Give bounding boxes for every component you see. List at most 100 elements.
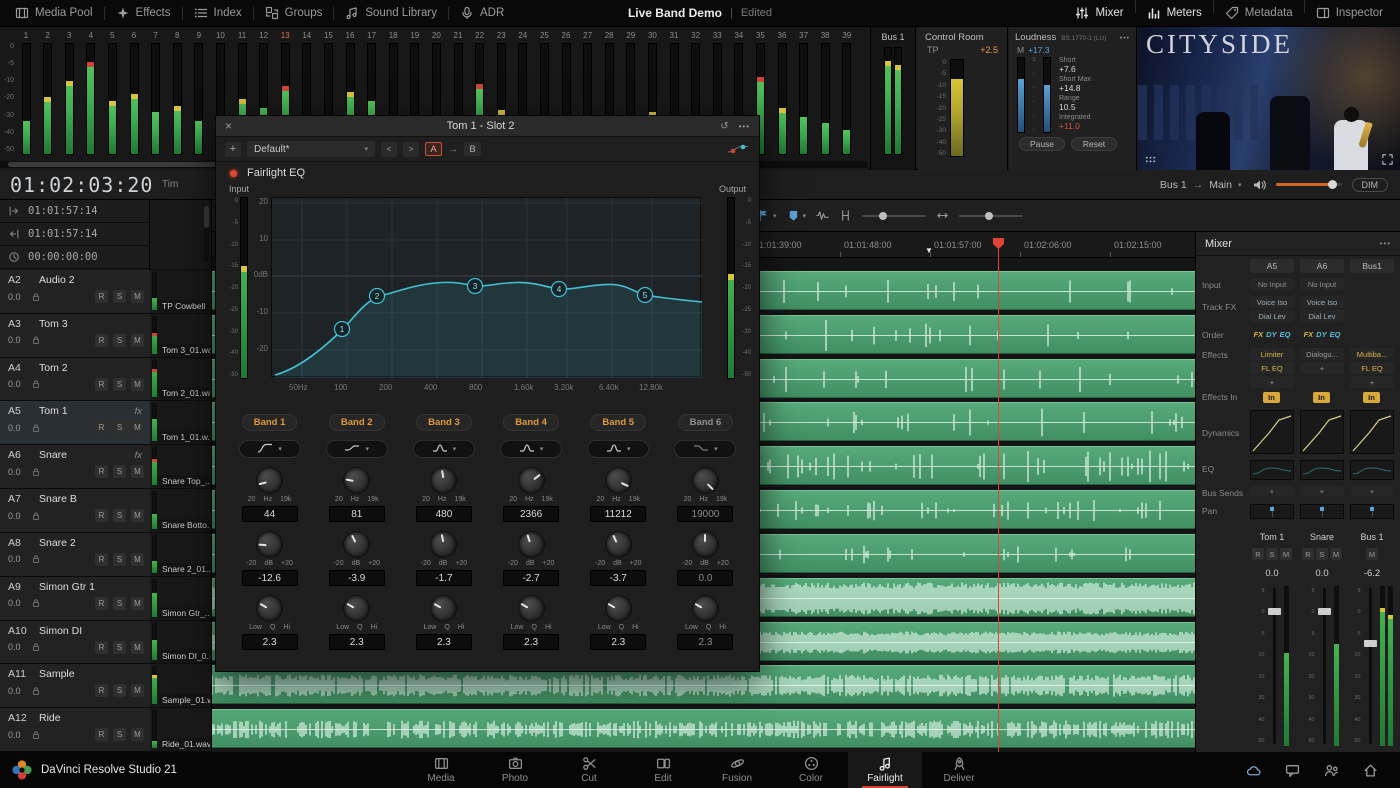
effect-slot[interactable]: FL EQ <box>1350 362 1394 374</box>
topbar-effects-button[interactable]: Effects <box>105 0 182 27</box>
track-r-button[interactable]: R <box>95 465 108 478</box>
band-shape-dropdown[interactable]: ▾ <box>674 440 736 458</box>
waveform-tool[interactable] <box>816 209 829 222</box>
fx-order[interactable]: FXDYEQ <box>1300 330 1344 339</box>
transport-timecode-row[interactable]: 01:01:57:14 <box>0 223 149 246</box>
mixer-menu-button[interactable]: ••• <box>1380 239 1391 248</box>
speaker-icon[interactable] <box>1252 178 1266 192</box>
fader-r-button[interactable]: R <box>1302 548 1314 560</box>
lock-icon[interactable] <box>31 379 41 389</box>
lock-icon[interactable] <box>31 292 41 302</box>
q-knob[interactable] <box>343 595 370 622</box>
bus-send-add[interactable]: + <box>1350 486 1394 496</box>
zoom-slider[interactable] <box>959 215 1023 217</box>
track-header-A10[interactable]: A10Simon DI0.0RSM <box>0 621 150 665</box>
bus-send-add[interactable]: + <box>1250 486 1294 496</box>
track-s-button[interactable]: S <box>113 509 126 522</box>
gain-knob[interactable] <box>343 531 370 558</box>
effect-slot[interactable]: Multiba... <box>1350 348 1394 360</box>
lock-icon[interactable] <box>31 511 41 521</box>
topbar-adr-button[interactable]: ADR <box>449 0 515 27</box>
track-r-button[interactable]: R <box>95 290 108 303</box>
track-header-A8[interactable]: A8Snare 20.0RSM <box>0 533 150 577</box>
track-m-button[interactable]: M <box>131 421 144 434</box>
page-button-fairlight[interactable]: Fairlight <box>848 752 922 788</box>
eq-thumbnail[interactable] <box>1300 460 1344 480</box>
dim-button[interactable]: DIM <box>1352 178 1389 192</box>
fader-groove[interactable] <box>1268 586 1281 746</box>
page-button-media[interactable]: Media <box>404 752 478 788</box>
track-fx-slot[interactable]: Dial Lev <box>1250 310 1294 322</box>
speaker-layout-icon[interactable] <box>1144 153 1157 166</box>
track-header-A12[interactable]: A12Ride0.0RSM <box>0 708 150 752</box>
cloud-icon[interactable] <box>1246 763 1261 778</box>
frequency-knob[interactable] <box>343 467 370 494</box>
transport-timecode-row[interactable]: 00:00:00:00 <box>0 246 149 269</box>
track-m-button[interactable]: M <box>131 509 144 522</box>
effects-in-toggle[interactable]: In <box>1363 392 1380 403</box>
pan-control[interactable] <box>1300 504 1344 519</box>
page-button-fusion[interactable]: Fusion <box>700 752 774 788</box>
fader-m-button[interactable]: M <box>1280 548 1292 560</box>
fit-horizontal-tool[interactable] <box>936 209 949 222</box>
expand-icon[interactable] <box>1381 153 1394 166</box>
frequency-value[interactable]: 81 <box>329 506 385 522</box>
track-m-button[interactable]: M <box>131 334 144 347</box>
q-value[interactable]: 2.3 <box>677 634 733 650</box>
track-s-button[interactable]: S <box>113 378 126 391</box>
track-r-button[interactable]: R <box>95 421 108 434</box>
band-shape-dropdown[interactable]: ▾ <box>500 440 562 458</box>
eq-overflow-menu[interactable]: ••• <box>739 122 750 131</box>
q-knob[interactable] <box>430 595 457 622</box>
topbar-index-button[interactable]: Index <box>183 0 253 27</box>
fader-m-button[interactable]: M <box>1366 548 1378 560</box>
chat-icon[interactable] <box>1285 763 1300 778</box>
track-m-button[interactable]: M <box>131 553 144 566</box>
snap-tool[interactable] <box>839 209 852 222</box>
frequency-knob[interactable] <box>256 467 283 494</box>
dynamics-thumbnail[interactable] <box>1250 410 1294 454</box>
effect-slot[interactable]: FL EQ <box>1250 362 1294 374</box>
track-r-button[interactable]: R <box>95 597 108 610</box>
q-value[interactable]: 2.3 <box>503 634 559 650</box>
q-value[interactable]: 2.3 <box>242 634 298 650</box>
band-label[interactable]: Band 2 <box>329 414 385 431</box>
ab-compare-b-button[interactable]: B <box>464 142 481 156</box>
gain-knob[interactable] <box>256 531 283 558</box>
q-value[interactable]: 2.3 <box>590 634 646 650</box>
frequency-value[interactable]: 480 <box>416 506 472 522</box>
input-selector[interactable]: No Input <box>1250 278 1294 290</box>
track-m-button[interactable]: M <box>131 684 144 697</box>
home-icon[interactable] <box>1363 763 1378 778</box>
eq-curve-graph[interactable]: 12345 <box>271 197 701 377</box>
frequency-knob[interactable] <box>518 467 545 494</box>
topbar-inspector-button[interactable]: Inspector <box>1305 0 1394 27</box>
reset-icon[interactable]: ↺ <box>720 121 728 132</box>
pause-button[interactable]: Pause <box>1019 137 1065 151</box>
track-r-button[interactable]: R <box>95 728 108 741</box>
lock-icon[interactable] <box>31 335 41 345</box>
track-s-button[interactable]: S <box>113 334 126 347</box>
pan-control[interactable] <box>1350 504 1394 519</box>
fader-s-button[interactable]: S <box>1316 548 1328 560</box>
effects-in-toggle[interactable]: In <box>1263 392 1280 403</box>
gain-value[interactable]: -2.7 <box>503 570 559 586</box>
effect-slot[interactable]: Dialogu... <box>1300 348 1344 360</box>
track-header-A7[interactable]: A7Snare B0.0RSM <box>0 489 150 533</box>
band-shape-dropdown[interactable]: ▾ <box>326 440 388 458</box>
track-r-button[interactable]: R <box>95 684 108 697</box>
gain-value[interactable]: -12.6 <box>242 570 298 586</box>
add-preset-button[interactable]: + <box>225 142 241 157</box>
track-header-A4[interactable]: A4Tom 20.0RSM <box>0 358 150 402</box>
fader-groove[interactable] <box>1364 586 1377 746</box>
track-fx-slot[interactable]: Dial Lev <box>1300 310 1344 322</box>
track-fx-slot[interactable]: Voice Iso <box>1250 296 1294 308</box>
frequency-knob[interactable] <box>605 467 632 494</box>
track-header-A6[interactable]: A6Snarefx0.0RSM <box>0 445 150 489</box>
frequency-value[interactable]: 11212 <box>590 506 646 522</box>
track-header-A3[interactable]: A3Tom 30.0RSM <box>0 314 150 358</box>
track-s-button[interactable]: S <box>113 290 126 303</box>
input-selector[interactable]: No Input <box>1300 278 1344 290</box>
zoom-slider[interactable] <box>862 215 926 217</box>
track-s-button[interactable]: S <box>113 684 126 697</box>
